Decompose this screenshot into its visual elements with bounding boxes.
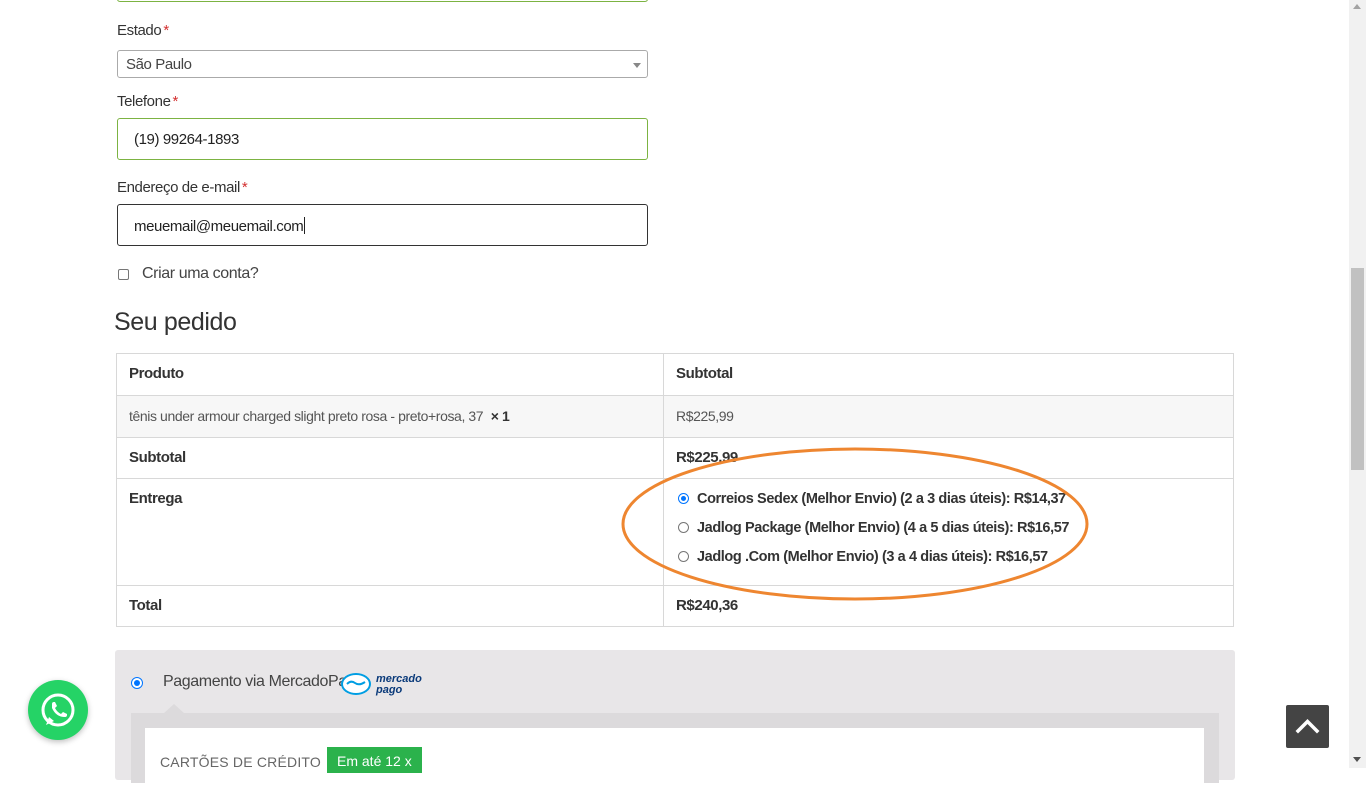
shipping-option-radio[interactable] [678, 551, 689, 562]
scroll-up-arrow[interactable] [1353, 4, 1361, 9]
email-input[interactable]: meuemail@meuemail.com [117, 204, 648, 246]
product-name: tênis under armour charged slight preto … [129, 408, 484, 424]
total-label-cell: Total [117, 586, 664, 626]
subtotal-value: R$225,99 [676, 449, 738, 466]
create-account-label[interactable]: Criar uma conta? [142, 265, 259, 283]
subtotal-label: Subtotal [129, 449, 186, 466]
shipping-row: Entrega Correios Sedex (Melhor Envio) (2… [117, 478, 1233, 585]
table-row: tênis under armour charged slight preto … [117, 395, 1233, 437]
estado-select[interactable]: São Paulo [117, 50, 648, 78]
telefone-label-text: Telefone [117, 93, 171, 110]
estado-select-value: São Paulo [126, 56, 192, 73]
shipping-options-cell: Correios Sedex (Melhor Envio) (2 a 3 dia… [664, 479, 1233, 585]
total-value-cell: R$240,36 [664, 586, 1233, 626]
product-column-header: Produto [129, 365, 184, 382]
table-header-row: Produto Subtotal [117, 354, 1233, 395]
shipping-option-label[interactable]: Jadlog Package (Melhor Envio) (4 a 5 dia… [697, 520, 1069, 536]
order-table: Produto Subtotal tênis under armour char… [116, 353, 1234, 627]
installments-badge: Em até 12 x [327, 747, 422, 773]
shipping-option-label[interactable]: Jadlog .Com (Melhor Envio) (3 a 4 dias ú… [697, 549, 1048, 565]
mercadopago-logo: mercado pago [341, 673, 422, 696]
product-cell: tênis under armour charged slight preto … [117, 396, 664, 437]
mercadopago-logo-text: pago [375, 684, 403, 696]
shipping-option-radio[interactable] [678, 522, 689, 533]
back-to-top-button[interactable] [1286, 705, 1329, 748]
whatsapp-icon [41, 693, 75, 727]
create-account-checkbox[interactable] [118, 269, 129, 280]
total-value: R$240,36 [676, 597, 738, 614]
price-cell: R$225,99 [664, 396, 1233, 437]
required-mark: * [172, 93, 179, 110]
product-price: R$225,99 [676, 408, 734, 424]
required-mark: * [241, 179, 248, 196]
mercadopago-label[interactable]: Pagamento via MercadoPago [163, 673, 364, 691]
shipping-option-label[interactable]: Correios Sedex (Melhor Envio) (2 a 3 dia… [697, 491, 1066, 507]
scrollbar-thumb[interactable] [1351, 268, 1364, 470]
total-label: Total [129, 597, 162, 614]
estado-label: Estado * [117, 22, 169, 39]
telefone-label: Telefone * [117, 93, 178, 110]
subtotal-row: Subtotal R$225,99 [117, 437, 1233, 478]
subtotal-column-header: Subtotal [676, 365, 733, 382]
table-header-cell: Subtotal [664, 354, 1233, 395]
shipping-option-radio[interactable] [678, 493, 689, 504]
mercadopago-radio[interactable] [131, 677, 143, 689]
email-input-value-wrap: meuemail@meuemail.com [134, 217, 306, 235]
telefone-input[interactable]: (19) 99264-1893 [117, 118, 648, 160]
table-header-cell: Produto [117, 354, 664, 395]
text-cursor [304, 217, 306, 234]
required-mark: * [163, 22, 169, 39]
email-label: Endereço de e-mail * [117, 179, 248, 196]
subtotal-value-cell: R$225,99 [664, 438, 1233, 478]
whatsapp-button[interactable] [28, 680, 88, 740]
email-input-value: meuemail@meuemail.com [134, 218, 304, 235]
email-label-text: Endereço de e-mail [117, 179, 240, 196]
estado-label-text: Estado [117, 22, 162, 39]
chevron-up-icon [1295, 719, 1320, 734]
shipping-label-cell: Entrega [117, 479, 664, 585]
product-quantity: × 1 [490, 408, 510, 424]
total-row: Total R$240,36 [117, 585, 1233, 626]
product-line: tênis under armour charged slight preto … [129, 408, 510, 424]
shipping-label: Entrega [129, 490, 183, 507]
previous-field-edge [117, 0, 648, 2]
chevron-down-icon [633, 63, 641, 68]
scroll-down-arrow[interactable] [1353, 757, 1361, 762]
subtotal-label-cell: Subtotal [117, 438, 664, 478]
order-heading: Seu pedido [114, 308, 237, 336]
telefone-input-value: (19) 99264-1893 [134, 131, 239, 148]
